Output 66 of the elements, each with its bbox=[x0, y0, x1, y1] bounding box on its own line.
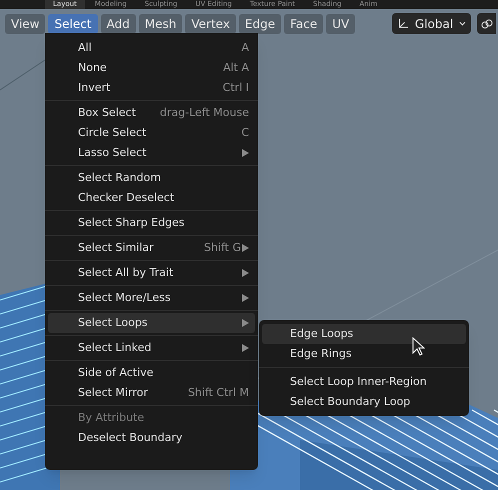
menu-item-label: Select Loops bbox=[78, 314, 148, 331]
header-menu[interactable]: Vertex bbox=[185, 14, 236, 34]
header-menu[interactable]: UV bbox=[326, 14, 356, 34]
shortcut-label: Alt A bbox=[223, 60, 249, 76]
menu-item-label: Side of Active bbox=[78, 364, 154, 381]
menu-item-label: Select Sharp Edges bbox=[78, 214, 185, 231]
menu-item[interactable]: Select Mirror Shift Ctrl M bbox=[48, 383, 255, 403]
header-menu[interactable]: View bbox=[5, 14, 46, 34]
mouse-cursor-icon bbox=[412, 337, 425, 356]
menu-item[interactable]: Lasso Select bbox=[48, 143, 255, 163]
shortcut-label: drag-Left Mouse bbox=[160, 104, 249, 121]
menu-item[interactable]: Side of Active bbox=[48, 363, 255, 383]
link-button[interactable] bbox=[477, 13, 496, 34]
menu-item-label: Deselect Boundary bbox=[78, 430, 182, 446]
menu-item[interactable]: Edge Rings bbox=[262, 344, 466, 364]
header-menu[interactable]: Mesh bbox=[138, 14, 182, 34]
shortcut-label: C bbox=[241, 124, 249, 141]
menu-item[interactable]: Select Linked bbox=[48, 338, 255, 358]
menu-item[interactable]: Select More/Less bbox=[48, 288, 255, 308]
menu-item-label: Checker Deselect bbox=[78, 190, 174, 206]
menu-item-label: Select Similar bbox=[78, 240, 154, 256]
menu-item[interactable]: Edge Loops bbox=[262, 324, 466, 344]
menu-item-label: None bbox=[78, 60, 107, 76]
menu-item-label: Lasso Select bbox=[78, 144, 146, 161]
menu-item[interactable]: All A bbox=[48, 38, 255, 58]
menu-item[interactable]: None Alt A bbox=[48, 58, 255, 78]
submenu-arrow-icon bbox=[242, 269, 249, 277]
link-icon bbox=[480, 18, 492, 30]
orientation-dropdown[interactable]: Global bbox=[392, 13, 471, 34]
chevron-down-icon bbox=[459, 20, 466, 26]
header-menu[interactable]: Edge bbox=[238, 14, 282, 34]
menu-item[interactable]: Deselect Boundary bbox=[48, 428, 255, 448]
shortcut-label: Shift Ctrl M bbox=[188, 384, 249, 401]
menu-item-label: Select Random bbox=[78, 170, 161, 186]
header-menu[interactable]: Select bbox=[48, 14, 98, 34]
menu-item-label: Select Linked bbox=[78, 340, 152, 356]
menu-item[interactable]: Select Loop Inner-Region bbox=[262, 372, 466, 392]
menu-item-label: Select All by Trait bbox=[78, 264, 174, 281]
menu-item-label: Select More/Less bbox=[78, 290, 171, 306]
menu-item[interactable]: Select Similar Shift G bbox=[48, 238, 255, 258]
shortcut-label: A bbox=[241, 40, 249, 56]
menu-item[interactable]: Select Sharp Edges bbox=[48, 213, 255, 233]
menu-item[interactable]: Box Select drag-Left Mouse bbox=[48, 103, 255, 123]
menu-item[interactable]: Select All by Trait bbox=[48, 263, 255, 283]
header-menu[interactable]: Face bbox=[284, 14, 324, 34]
axes-icon bbox=[397, 16, 409, 30]
menu-item-label: Select Mirror bbox=[78, 384, 148, 401]
menu-item-label: Invert bbox=[78, 80, 110, 96]
menu-item-label: All bbox=[78, 40, 92, 56]
menu-item[interactable]: Select Boundary Loop bbox=[262, 392, 466, 412]
menu-item[interactable]: Select Random bbox=[48, 168, 255, 188]
menu-item[interactable]: Circle Select C bbox=[48, 123, 255, 143]
submenu-arrow-icon bbox=[242, 149, 249, 157]
shortcut-label: Ctrl I bbox=[222, 80, 249, 96]
submenu-arrow-icon bbox=[242, 294, 249, 302]
menu-item[interactable]: Invert Ctrl I bbox=[48, 78, 255, 98]
header-menu[interactable]: Add bbox=[100, 14, 136, 34]
menu-item-label: By Attribute bbox=[78, 410, 144, 426]
menu-item-label: Circle Select bbox=[78, 124, 146, 141]
shortcut-label: Shift G bbox=[204, 240, 241, 256]
submenu-arrow-icon bbox=[242, 319, 249, 327]
menu-item[interactable]: Select Loops bbox=[48, 313, 255, 333]
submenu-arrow-icon bbox=[242, 244, 249, 252]
submenu-arrow-icon bbox=[242, 344, 249, 352]
menu-item[interactable]: Checker Deselect bbox=[48, 188, 255, 208]
menu-item-label: Box Select bbox=[78, 104, 136, 121]
